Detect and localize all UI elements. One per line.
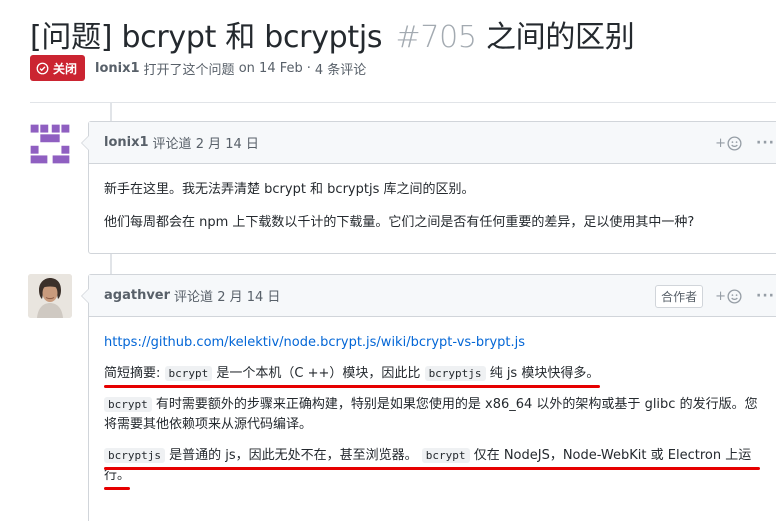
add-reaction-button[interactable]: +: [715, 289, 742, 304]
comment-action: 评论道: [174, 290, 214, 305]
issue-title-suffix: 之间的区别: [485, 20, 635, 55]
issue-closed-icon: [36, 62, 49, 74]
avatar[interactable]: [28, 274, 72, 318]
avatar[interactable]: [28, 122, 72, 166]
opened-prefix: on: [238, 60, 255, 76]
smiley-icon: [727, 135, 742, 151]
opened-date: 14 Feb: [259, 60, 303, 76]
kebab-icon[interactable]: ···: [756, 288, 775, 304]
summary-text: 是一个本机（C ++）模块，因此比: [216, 366, 421, 381]
inline-code: bcrypt: [421, 448, 470, 463]
comment-count: 4 条评论: [314, 62, 367, 78]
comment: agathver 评论道 2 月 14 日 合作者 + ··· https://…: [81, 274, 776, 521]
inline-code: bcryptjs: [424, 366, 486, 381]
issue-meta: 关闭 lonix1 打开了这个问题 on 14 Feb · 4 条评论: [30, 55, 366, 81]
inline-code: bcryptjs: [104, 448, 165, 463]
add-reaction-button[interactable]: +: [715, 136, 742, 151]
annotation-underline: [104, 467, 760, 470]
annotation-underline: [104, 385, 600, 388]
reaction-plus: +: [715, 135, 727, 151]
state-label: 关闭: [53, 61, 78, 76]
issue-title-text: [问题] bcrypt 和 bcryptjs: [30, 20, 383, 55]
runtime-paragraph: bcryptjs 是普通的 js，因此无处不在，甚至浏览器。 bcrypt 仅在…: [104, 446, 764, 490]
issue-number[interactable]: #705: [396, 20, 478, 55]
summary-text: 纯 js 模块快得多。: [489, 366, 600, 381]
meta-separator: ·: [306, 60, 311, 76]
collaborator-badge: 合作者: [655, 284, 704, 308]
comment-body: 新手在这里。我无法弄清楚 bcrypt 和 bcryptjs 库之间的区别。 他…: [89, 164, 776, 233]
comment-author[interactable]: lonix1: [104, 135, 149, 150]
comment-paragraph: 新手在这里。我无法弄清楚 bcrypt 和 bcryptjs 库之间的区别。: [104, 182, 475, 197]
issue-author[interactable]: lonix1: [95, 61, 140, 76]
header-divider: [30, 102, 776, 103]
reaction-plus: +: [715, 288, 727, 304]
wiki-link[interactable]: https://github.com/kelektiv/node.bcrypt.…: [104, 335, 525, 350]
comment-date[interactable]: 2 月 14 日: [217, 286, 280, 305]
comment-actions: 合作者 + ···: [655, 275, 775, 317]
comment-author[interactable]: agathver: [104, 288, 170, 303]
comment-action: 评论道: [152, 137, 192, 152]
runtime-text: 是普通的 js，因此无处不在，甚至浏览器。: [169, 448, 418, 463]
opened-text: 打开了这个问题: [143, 62, 235, 78]
identicon-avatar: [28, 122, 72, 166]
build-paragraph: bcrypt 有时需要额外的步骤来正确构建，特别是如果您使用的是 x86_64 …: [104, 395, 764, 435]
summary-prefix: 简短摘要:: [104, 366, 161, 381]
comment-date[interactable]: 2 月 14 日: [196, 133, 259, 152]
comment-paragraph: 他们每周都会在 npm 上下载数以千计的下载量。它们之间是否有任何重要的差异，足…: [104, 215, 695, 230]
summary-paragraph: 简短摘要: bcrypt 是一个本机（C ++）模块，因此比 bcryptjs …: [104, 364, 764, 388]
inline-code: bcrypt: [164, 366, 213, 381]
comment-header: agathver 评论道 2 月 14 日 合作者 + ···: [89, 275, 776, 317]
comment-body: https://github.com/kelektiv/node.bcrypt.…: [89, 317, 776, 490]
photo-avatar: [28, 274, 72, 318]
smiley-icon: [727, 288, 742, 304]
comment-header: lonix1 评论道 2 月 14 日 + ···: [89, 122, 776, 164]
build-text: 有时需要额外的步骤来正确构建，特别是如果您使用的是 x86_64 以外的架构或基…: [104, 397, 758, 432]
kebab-icon[interactable]: ···: [756, 135, 775, 151]
issue-title: [问题] bcrypt 和 bcryptjs #705 之间的区别: [30, 12, 635, 56]
comment-actions: + ···: [715, 122, 775, 164]
annotation-underline: [104, 487, 130, 490]
inline-code: bcrypt: [104, 397, 152, 412]
state-badge: 关闭: [30, 55, 86, 81]
comment: lonix1 评论道 2 月 14 日 + ··· 新手在这里。我无法弄清楚 b…: [81, 121, 776, 254]
